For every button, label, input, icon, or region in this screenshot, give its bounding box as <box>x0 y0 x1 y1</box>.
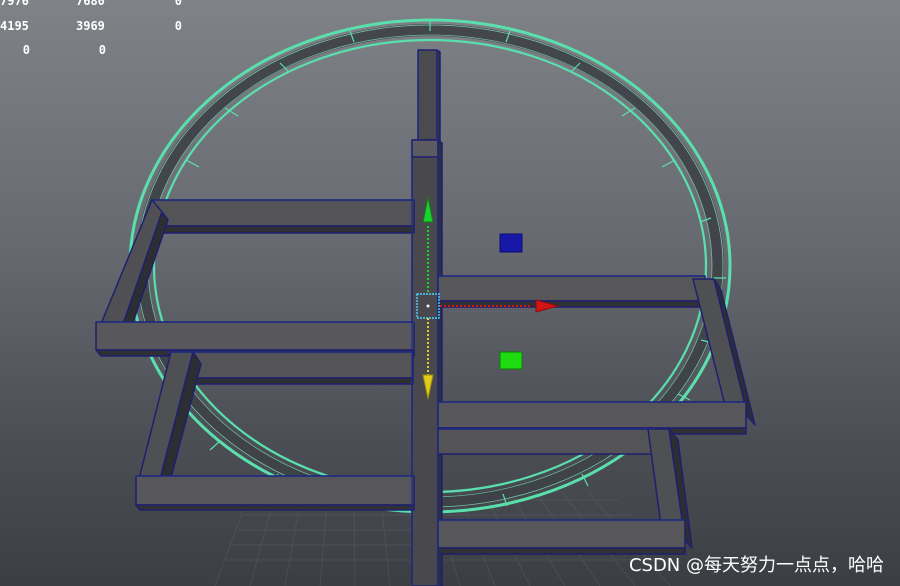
maya-viewport[interactable]: 7976 7680 0 4195 3969 0 0 0 CSDN @每天努力一点… <box>0 0 900 586</box>
watermark-text: CSDN @每天努力一点点，哈哈 <box>628 555 884 576</box>
scene-canvas[interactable] <box>0 0 900 586</box>
